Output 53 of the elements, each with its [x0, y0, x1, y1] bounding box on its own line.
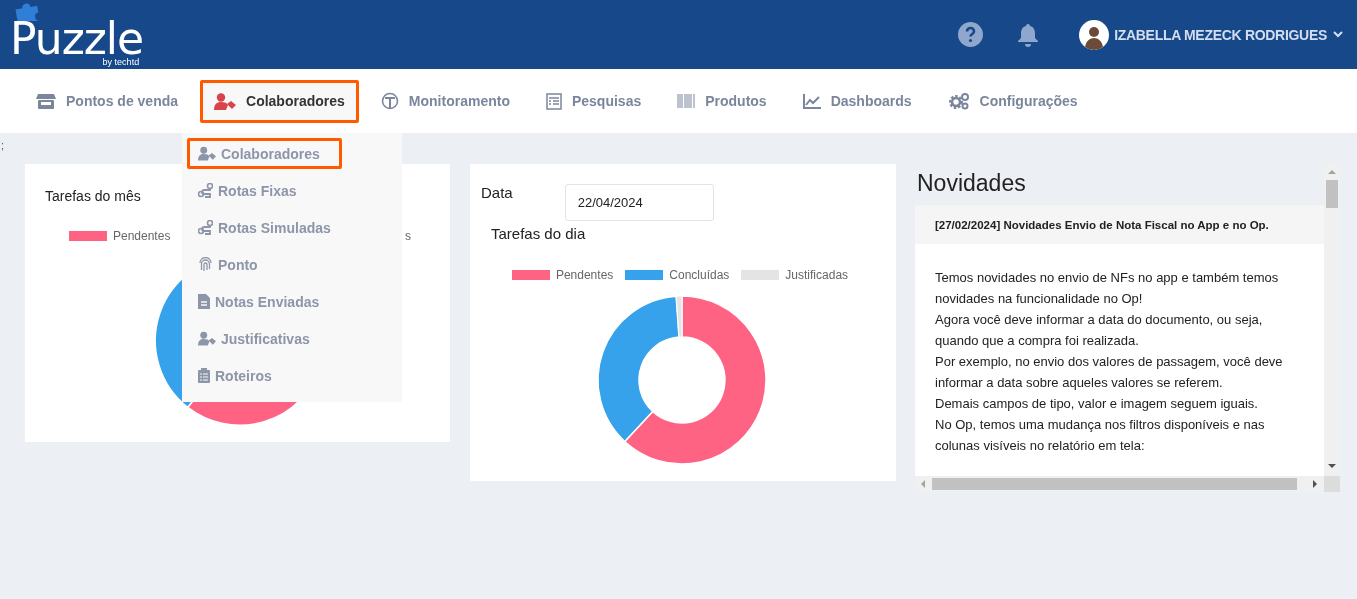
menu-item[interactable]: Colaboradores: [187, 138, 342, 169]
menu-item[interactable]: Roteiros: [187, 360, 342, 391]
legend-label: s: [405, 229, 411, 243]
caret-icon[interactable]: [1333, 31, 1343, 38]
legend-label: Justificadas: [785, 268, 849, 282]
route-icon: [198, 220, 213, 235]
bell-icon[interactable]: [1017, 22, 1040, 47]
avatar[interactable]: [1079, 19, 1110, 50]
stray-mark: ;: [0, 138, 5, 152]
legend-label: Pendentes: [113, 229, 171, 243]
menu-item[interactable]: Rotas Fixas: [187, 175, 342, 206]
nav-tab[interactable]: Pontos de venda: [22, 80, 193, 122]
news-paragraph: Temos novidades no envio de NFs no app e também temos novidades na funcionalidade no Op!: [935, 269, 1280, 308]
document-icon: [198, 294, 210, 309]
helm-icon: [380, 92, 399, 110]
barcode-icon: [677, 94, 696, 108]
news-paragraph: Demais campos de tipo, valor e imagem seguem iguais.: [935, 395, 1259, 413]
user-tag-icon: [198, 331, 216, 346]
menu-item[interactable]: Justificativas: [187, 323, 342, 354]
chart-title: Tarefas do mês: [45, 188, 141, 204]
menu-item[interactable]: Rotas Simuladas: [187, 212, 342, 243]
line-chart-icon: [802, 93, 821, 109]
nav-tab[interactable]: Produtos: [663, 80, 781, 122]
legend-label: Pendentes: [555, 268, 614, 282]
route-icon: [198, 183, 213, 198]
legend-label: Concluídas: [669, 268, 730, 282]
store-icon: [36, 93, 56, 109]
nav-tab[interactable]: Monitoramento: [366, 79, 524, 123]
news-paragraph: Agora você deve informar a data do documento, ou seja, quando que a compra foi realizada.: [935, 311, 1264, 350]
fingerprint-icon: [198, 257, 213, 272]
gears-icon: [947, 92, 970, 110]
nav-tab[interactable]: Pesquisas: [531, 79, 656, 123]
clipboard-list-icon: [198, 368, 210, 383]
panel-title: Novidades: [917, 170, 1026, 197]
nav-tab[interactable]: Dashboards: [788, 80, 926, 122]
logo-tagline: by techtd: [102, 57, 140, 67]
field-label: Data: [481, 184, 513, 201]
news-heading: [27/02/2024] Novidades Envio de Nota Fiscal no App e no Op.: [915, 205, 1324, 244]
date-field[interactable]: 22/04/2024: [564, 184, 714, 221]
news-paragraph: Por exemplo, no envio dos valores de passagem, você deve informar a data sobre aqueles valores se referem.: [935, 353, 1284, 392]
news-paragraph: No Op, temos uma mudança nos filtros disponíveis e nas colunas visíveis no relatório em tela:: [935, 416, 1266, 455]
logo-text: Puzzle: [10, 22, 144, 56]
menu-item[interactable]: Ponto: [187, 249, 342, 280]
user-name[interactable]: IZABELLA MEZECK RODRIGUES: [1114, 26, 1327, 43]
nav-tab[interactable]: Colaboradores: [200, 79, 359, 123]
form-icon: [545, 92, 562, 110]
user-tag-icon: [214, 92, 237, 110]
chart-title: Tarefas do dia: [491, 225, 586, 242]
scrollbar-corner: [1324, 476, 1340, 492]
menu-item[interactable]: Notas Enviadas: [187, 286, 342, 317]
user-tag-icon: [198, 146, 216, 161]
nav-tab[interactable]: Configurações: [933, 79, 1092, 123]
help-icon[interactable]: [958, 22, 984, 47]
